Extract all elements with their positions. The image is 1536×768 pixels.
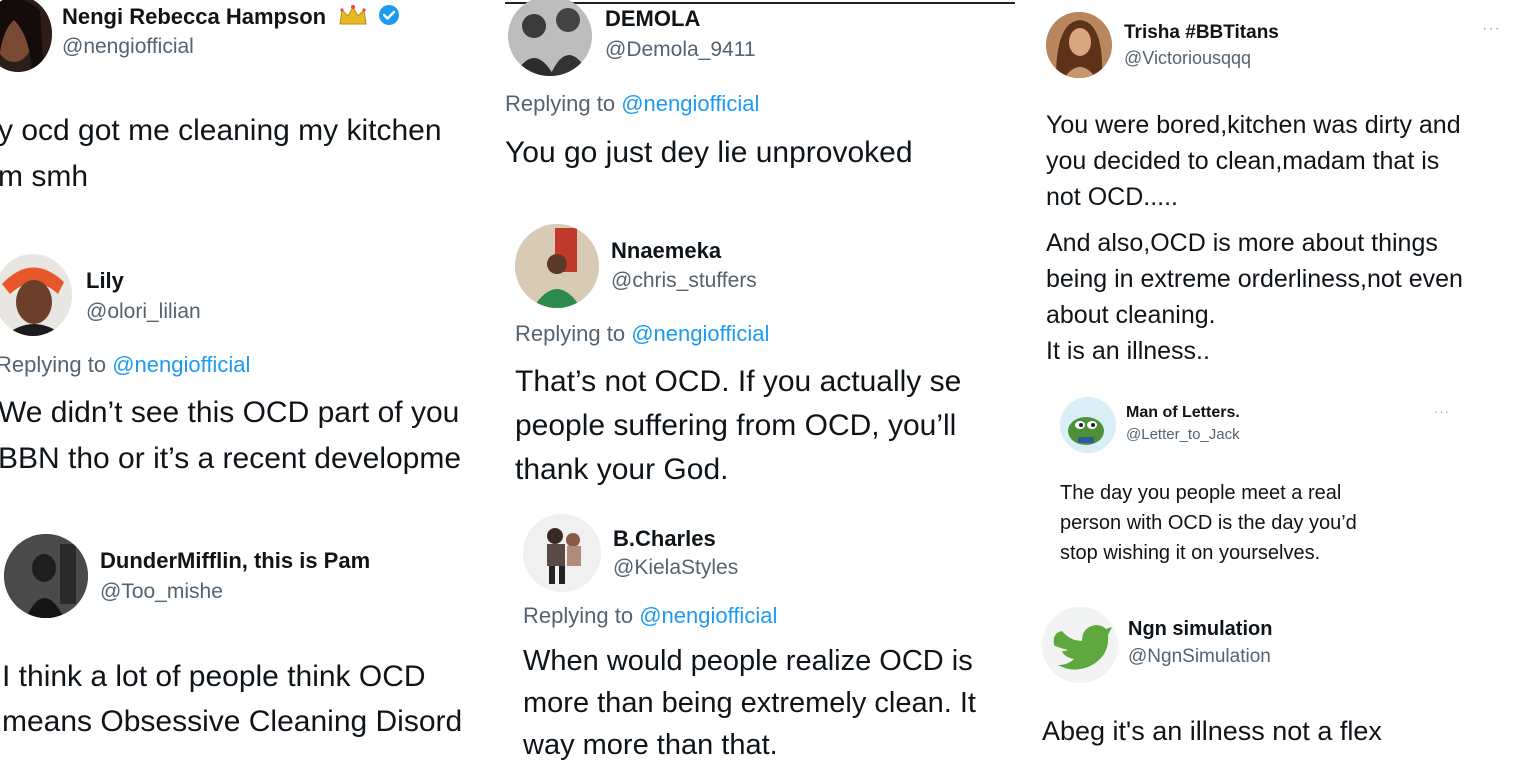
replying-to-line: Replying to @nengiofficial [0,352,250,378]
author-name[interactable]: Trisha #BBTitans [1124,22,1279,44]
mention-link[interactable]: @nengiofficial [639,603,777,628]
tweet-text-line: And also,OCD is more about things [1046,229,1438,257]
replying-to-line: Replying to @nengiofficial [523,603,777,629]
replying-to-line: Replying to @nengiofficial [515,321,769,347]
more-options-icon[interactable]: ··· [1434,404,1450,419]
replying-to-label: Replying to [515,321,626,346]
tweet-text-line: thank your God. [515,453,729,486]
verified-badge-icon [378,4,400,32]
author-name[interactable]: DEMOLA [605,6,700,32]
avatar[interactable] [1060,397,1116,453]
tweet-text-line: It is an illness.. [1046,337,1210,365]
mention-link[interactable]: @nengiofficial [112,352,250,377]
tweet-text-line: BBN tho or it’s a recent developme [0,442,462,475]
tweet-text-line: You were bored,kitchen was dirty and [1046,111,1461,139]
author-handle[interactable]: @Too_mishe [100,580,223,604]
avatar[interactable] [1042,607,1118,683]
avatar[interactable] [0,254,72,336]
tweet-text-line: more than being extremely clean. It [523,687,976,719]
screenshot-panel-right: Trisha #BBTitans @Victoriousqqq ··· You … [1020,0,1536,768]
tweet-text-line: person with OCD is the day you’d [1060,512,1357,534]
replying-to-label: Replying to [0,352,107,377]
author-handle[interactable]: @Victoriousqqq [1124,48,1251,69]
avatar[interactable] [523,514,601,592]
avatar[interactable] [508,0,592,76]
tweet-text-line: When would people realize OCD is [523,645,973,677]
tweet-text-line: y ocd got me cleaning my kitchen [0,114,442,147]
author-name[interactable]: Ngn simulation [1128,618,1272,641]
author-handle[interactable]: @olori_lilian [86,300,201,324]
avatar[interactable] [4,534,88,618]
replying-to-line: Replying to @nengiofficial [505,91,759,117]
tweet-text-line: being in extreme orderliness,not even [1046,265,1463,293]
author-handle[interactable]: @Letter_to_Jack [1126,426,1240,443]
author-handle[interactable]: @nengiofficial [62,35,194,59]
author-name[interactable]: Man of Letters. [1126,404,1240,422]
author-handle[interactable]: @KielaStyles [613,556,738,580]
tweet-text-line: way more than that. [523,729,778,761]
screenshot-panel-left: Nengi Rebecca Hampson @nengiofficial y o… [0,0,505,768]
twitter-bird-icon [1042,607,1118,683]
author-handle[interactable]: @Demola_9411 [605,38,756,62]
tweet-text-line: We didn’t see this OCD part of you [0,396,460,429]
tweet-text-line: not OCD..... [1046,183,1178,211]
tweet-text-line: You go just dey lie unprovoked [505,136,913,169]
author-name[interactable]: Nnaemeka [611,238,721,264]
author-handle[interactable]: @NgnSimulation [1128,646,1271,668]
screenshot-panel-middle: DEMOLA @Demola_9411 Replying to @nengiof… [505,0,1020,768]
tweet-text-line: m smh [0,160,88,193]
tweet-text-line: you decided to clean,madam that is [1046,147,1440,175]
author-handle[interactable]: @chris_stuffers [611,269,757,293]
tweet-text-line: I think a lot of people think OCD [2,660,426,693]
author-name[interactable]: DunderMifflin, this is Pam [100,548,370,574]
avatar[interactable] [0,0,52,72]
tweet-text-line: Abeg it's an illness not a flex [1042,716,1382,746]
tweet-text-line: That’s not OCD. If you actually se [515,365,962,398]
tweet-text-line: about cleaning. [1046,301,1216,329]
replying-to-label: Replying to [523,603,634,628]
tweet-text-line: people suffering from OCD, you’ll [515,409,957,442]
tweet-text-line: The day you people meet a real [1060,482,1342,504]
author-name[interactable]: Lily [86,268,124,294]
avatar[interactable] [515,224,599,308]
tweet-text-line: stop wishing it on yourselves. [1060,542,1321,564]
avatar[interactable] [1046,12,1112,78]
crown-emoji-icon [338,4,368,32]
mention-link[interactable]: @nengiofficial [631,321,769,346]
tweet-text-line: means Obsessive Cleaning Disord [2,705,463,738]
mention-link[interactable]: @nengiofficial [621,91,759,116]
replying-to-label: Replying to [505,91,616,116]
author-name[interactable]: Nengi Rebecca Hampson [62,4,326,29]
author-name[interactable]: B.Charles [613,526,716,552]
more-options-icon[interactable]: ··· [1482,20,1501,38]
